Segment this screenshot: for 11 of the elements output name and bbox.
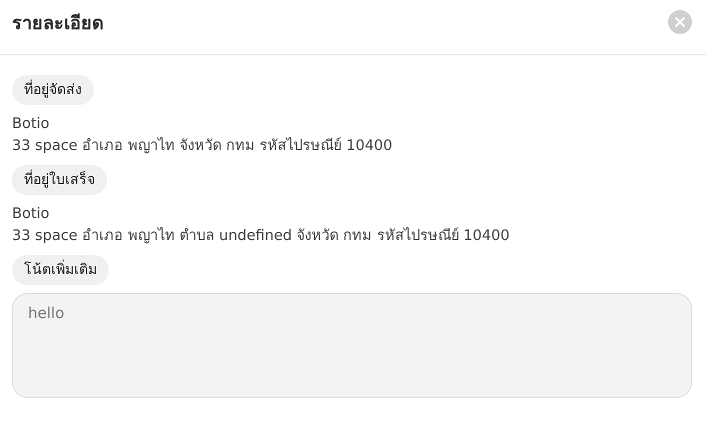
dialog-title: รายละเอียด xyxy=(12,12,104,36)
close-button[interactable] xyxy=(668,10,692,34)
section-label: ที่อยู่ใบเสร็จ xyxy=(12,165,107,195)
section-label: ที่อยู่จัดส่ง xyxy=(12,75,94,105)
recipient-name: Botio xyxy=(12,115,50,134)
address-text: 33 space อำเภอ พญาไท ตำบล undefined จังหวัด กทม รหัสไปรษณีย์ 10400 xyxy=(12,226,511,246)
note-field[interactable]: hello xyxy=(12,293,692,398)
address-text: 33 space อำเภอ พญาไท จังหวัด กทม รหัสไปรษณีย์ 10400 xyxy=(12,136,394,156)
recipient-name: Botio xyxy=(12,205,50,224)
close-icon xyxy=(675,17,685,27)
section-label: โน้ตเพิ่มเติม xyxy=(12,255,109,285)
